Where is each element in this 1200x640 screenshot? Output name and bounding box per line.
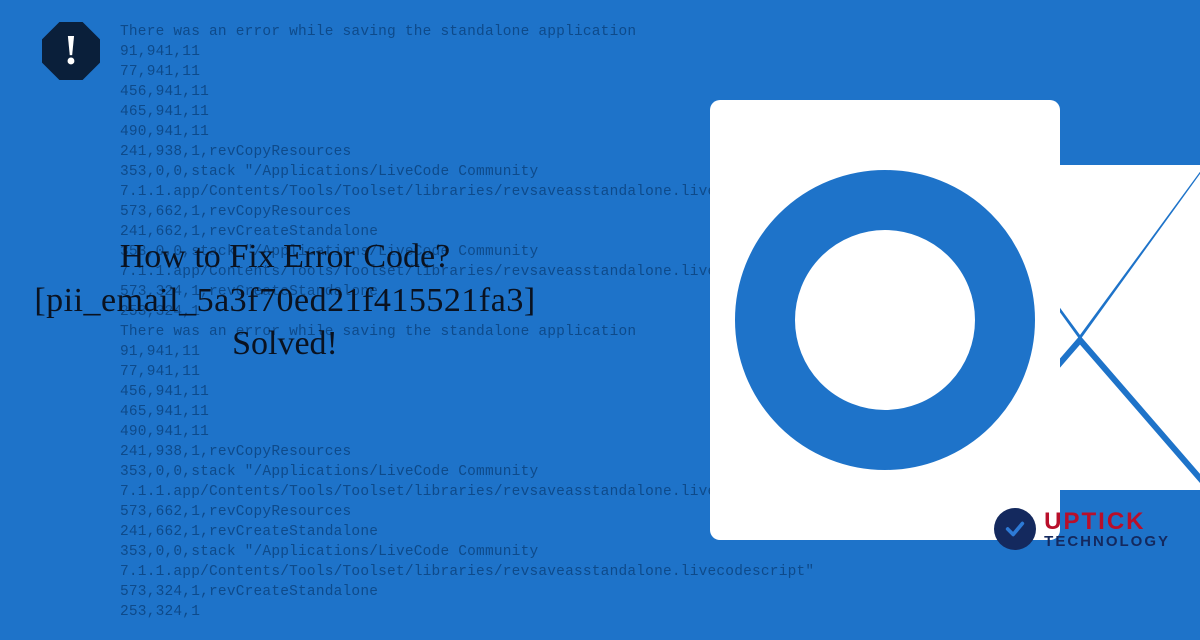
headline-line-3: Solved! bbox=[0, 322, 570, 366]
exclamation-icon: ! bbox=[64, 30, 78, 72]
octagon-shape: ! bbox=[42, 22, 100, 80]
headline-line-2: [pii_email_5a3f70ed21f415521fa3] bbox=[0, 279, 570, 323]
brand-word-2: TECHNOLOGY bbox=[1044, 534, 1170, 549]
brand-word-1: UPTICK bbox=[1044, 510, 1170, 534]
article-headline: How to Fix Error Code? [pii_email_5a3f70… bbox=[0, 235, 570, 366]
brand-logo: UPTICK TECHNOLOGY bbox=[994, 508, 1170, 550]
error-octagon-icon: ! bbox=[42, 22, 100, 80]
brand-text: UPTICK TECHNOLOGY bbox=[1044, 510, 1170, 549]
brand-check-circle-icon bbox=[994, 508, 1036, 550]
headline-line-1: How to Fix Error Code? bbox=[0, 235, 570, 279]
